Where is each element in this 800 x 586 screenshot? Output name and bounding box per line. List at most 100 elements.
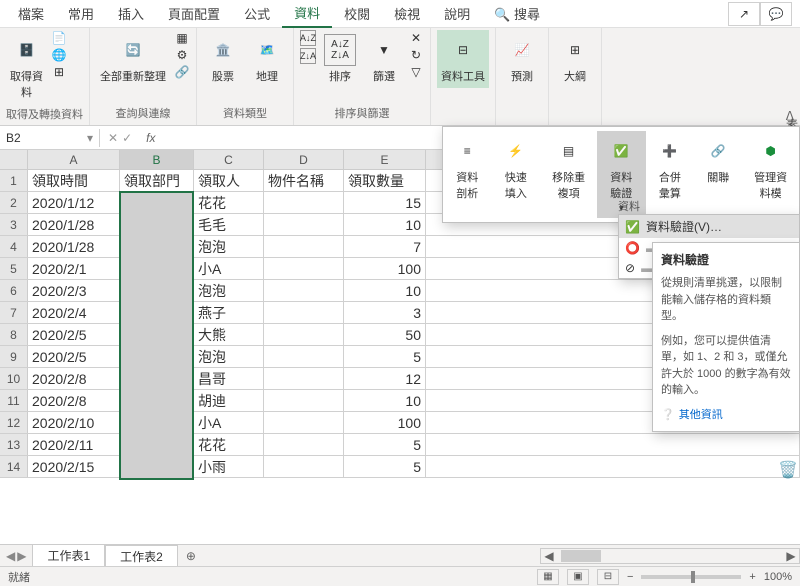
refresh-all-button[interactable]: 🔄 全部重新整理 — [96, 30, 170, 88]
consolidate-button[interactable]: ➕合併彙算 — [646, 131, 695, 218]
cell-A10[interactable]: 2020/2/8 — [28, 368, 120, 389]
fx-icon[interactable]: fx — [140, 131, 155, 145]
cell-C12[interactable]: 小A — [194, 412, 264, 433]
normal-view-button[interactable]: ▦ — [537, 569, 559, 585]
row-header-1[interactable]: 1 — [0, 170, 28, 191]
row-header-11[interactable]: 11 — [0, 390, 28, 411]
cell-B9[interactable] — [120, 346, 194, 367]
row-header-9[interactable]: 9 — [0, 346, 28, 367]
tab-help[interactable]: 說明 — [432, 0, 482, 27]
menu-item-data-validation[interactable]: ✅資料驗證(V)… — [619, 215, 799, 238]
select-all-corner[interactable] — [0, 150, 28, 169]
cell-rest-14[interactable] — [426, 456, 800, 477]
cell-D5[interactable] — [264, 258, 344, 279]
row-header-2[interactable]: 2 — [0, 192, 28, 213]
cell-E9[interactable]: 5 — [344, 346, 426, 367]
cell-rest-13[interactable] — [426, 434, 800, 455]
cell-D9[interactable] — [264, 346, 344, 367]
scroll-thumb[interactable] — [561, 550, 601, 562]
cell-A4[interactable]: 2020/1/28 — [28, 236, 120, 257]
tooltip-more-info[interactable]: ❔其他資訊 — [661, 407, 791, 424]
sheet-next-icon[interactable]: ▶ — [17, 549, 26, 563]
tab-pagelayout[interactable]: 頁面配置 — [156, 0, 232, 27]
geography-button[interactable]: 🗺️ 地理 — [247, 30, 287, 88]
cell-B1[interactable]: 領取部門 — [120, 170, 194, 191]
zoom-in-button[interactable]: + — [749, 571, 755, 583]
col-header-D[interactable]: D — [264, 150, 344, 169]
row-header-14[interactable]: 14 — [0, 456, 28, 477]
row-header-3[interactable]: 3 — [0, 214, 28, 235]
cell-B2[interactable] — [120, 192, 194, 213]
advanced-icon[interactable]: ▽ — [408, 64, 424, 80]
cell-C5[interactable]: 小A — [194, 258, 264, 279]
cell-E11[interactable]: 10 — [344, 390, 426, 411]
cell-C2[interactable]: 花花 — [194, 192, 264, 213]
cell-D3[interactable] — [264, 214, 344, 235]
cell-E7[interactable]: 3 — [344, 302, 426, 323]
cell-E3[interactable]: 10 — [344, 214, 426, 235]
cell-C11[interactable]: 胡迪 — [194, 390, 264, 411]
cell-D11[interactable] — [264, 390, 344, 411]
flash-fill-button[interactable]: ⚡快速填入 — [492, 131, 541, 218]
cell-C3[interactable]: 毛毛 — [194, 214, 264, 235]
from-text-icon[interactable]: 📄 — [51, 30, 67, 46]
cell-C13[interactable]: 花花 — [194, 434, 264, 455]
scroll-right-icon[interactable]: ▶ — [783, 549, 799, 563]
col-header-A[interactable]: A — [28, 150, 120, 169]
cell-D7[interactable] — [264, 302, 344, 323]
tab-search[interactable]: 🔍 搜尋 — [482, 0, 552, 27]
cell-A1[interactable]: 領取時間 — [28, 170, 120, 191]
cell-D6[interactable] — [264, 280, 344, 301]
cell-E6[interactable]: 10 — [344, 280, 426, 301]
cell-C9[interactable]: 泡泡 — [194, 346, 264, 367]
cell-A3[interactable]: 2020/1/28 — [28, 214, 120, 235]
col-header-C[interactable]: C — [194, 150, 264, 169]
zoom-out-button[interactable]: − — [627, 571, 633, 583]
trash-icon[interactable]: 🗑️ — [778, 460, 798, 480]
filter-button[interactable]: ▼ 篩選 — [364, 30, 404, 88]
row-header-7[interactable]: 7 — [0, 302, 28, 323]
relationships-button[interactable]: 🔗關聯 — [694, 131, 742, 218]
cell-C6[interactable]: 泡泡 — [194, 280, 264, 301]
sort-asc-icon[interactable]: A↓Z — [300, 30, 316, 46]
tab-view[interactable]: 檢視 — [382, 0, 432, 27]
cell-B4[interactable] — [120, 236, 194, 257]
tab-home[interactable]: 常用 — [56, 0, 106, 27]
comments-icon[interactable]: 💬 — [760, 2, 792, 26]
sheet-tab-2[interactable]: 工作表2 — [105, 545, 178, 567]
data-tools-button[interactable]: ⊟ 資料工具 — [437, 30, 489, 88]
remove-duplicates-button[interactable]: ▤移除重複項 — [540, 131, 597, 218]
text-to-columns-button[interactable]: ≡資料剖析 — [443, 131, 492, 218]
cell-C14[interactable]: 小雨 — [194, 456, 264, 477]
cell-A9[interactable]: 2020/2/5 — [28, 346, 120, 367]
cell-C10[interactable]: 昌哥 — [194, 368, 264, 389]
stocks-button[interactable]: 🏛️ 股票 — [203, 30, 243, 88]
col-header-E[interactable]: E — [344, 150, 426, 169]
cell-E5[interactable]: 100 — [344, 258, 426, 279]
name-box[interactable]: B2▾ — [0, 129, 100, 147]
cell-A12[interactable]: 2020/2/10 — [28, 412, 120, 433]
cell-D2[interactable] — [264, 192, 344, 213]
cell-B11[interactable] — [120, 390, 194, 411]
sheet-prev-icon[interactable]: ◀ — [6, 549, 15, 563]
cell-D10[interactable] — [264, 368, 344, 389]
tab-review[interactable]: 校閱 — [332, 0, 382, 27]
cell-B7[interactable] — [120, 302, 194, 323]
get-data-button[interactable]: 🗄️ 取得資 料 — [6, 30, 47, 104]
cell-D13[interactable] — [264, 434, 344, 455]
from-web-icon[interactable]: 🌐 — [51, 47, 67, 63]
cancel-icon[interactable]: ✕ — [108, 131, 118, 145]
row-header-6[interactable]: 6 — [0, 280, 28, 301]
cell-A2[interactable]: 2020/1/12 — [28, 192, 120, 213]
cell-B6[interactable] — [120, 280, 194, 301]
cell-A7[interactable]: 2020/2/4 — [28, 302, 120, 323]
cell-E12[interactable]: 100 — [344, 412, 426, 433]
tab-formulas[interactable]: 公式 — [232, 0, 282, 27]
cell-A14[interactable]: 2020/2/15 — [28, 456, 120, 477]
cell-C1[interactable]: 領取人 — [194, 170, 264, 191]
share-icon[interactable]: ↗ — [728, 2, 760, 26]
sheet-tab-1[interactable]: 工作表1 — [32, 544, 105, 568]
cell-A8[interactable]: 2020/2/5 — [28, 324, 120, 345]
cell-A5[interactable]: 2020/2/1 — [28, 258, 120, 279]
row-header-5[interactable]: 5 — [0, 258, 28, 279]
